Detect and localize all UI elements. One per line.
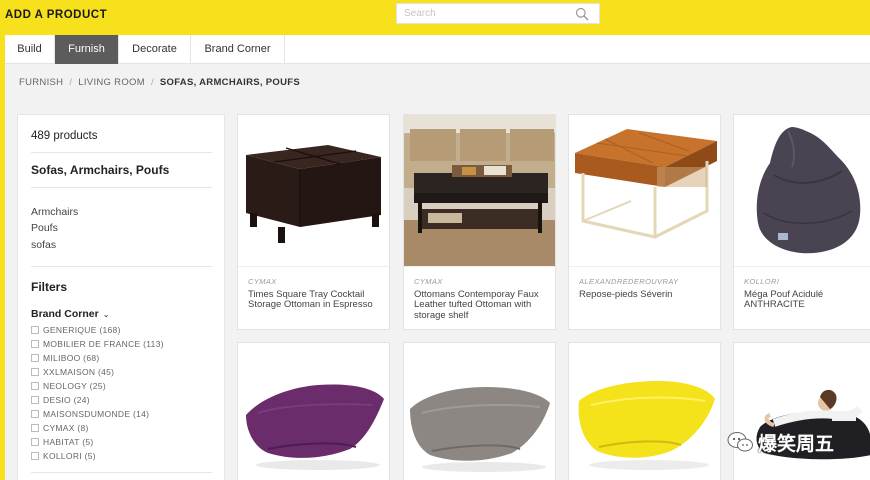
divider xyxy=(569,266,720,267)
product-brand: CYMAX xyxy=(414,277,443,286)
checkbox[interactable] xyxy=(31,395,39,404)
product-brand: CYMAX xyxy=(248,277,277,286)
product-card[interactable] xyxy=(733,342,870,480)
product-name[interactable]: Ottomans Contemporay Faux Leather tufted… xyxy=(414,289,550,321)
product-image[interactable] xyxy=(238,343,389,480)
product-image[interactable] xyxy=(404,343,555,480)
breadcrumb-separator: / xyxy=(69,77,73,88)
product-card[interactable]: CYMAX Ottomans Contemporay Faux Leather … xyxy=(403,114,556,330)
tab-build[interactable]: Build xyxy=(5,35,55,64)
category-title: Sofas, Armchairs, Poufs xyxy=(31,163,170,177)
breadcrumb-separator: / xyxy=(150,77,154,88)
tab-brand-corner[interactable]: Brand Corner xyxy=(191,35,285,64)
filters-title: Filters xyxy=(31,280,68,294)
brand-filter-option[interactable]: NEOLOGY (25) xyxy=(31,381,106,393)
breadcrumb-current: SOFAS, ARMCHAIRS, POUFS xyxy=(159,77,300,88)
checkbox[interactable] xyxy=(31,409,39,418)
product-count: 489 products xyxy=(31,130,98,142)
product-image[interactable] xyxy=(569,115,720,266)
brand-filter-option[interactable]: DESIO (24) xyxy=(31,395,90,407)
breadcrumb-living-room[interactable]: LIVING ROOM xyxy=(78,77,145,88)
main-tabs: Build Furnish Decorate Brand Corner xyxy=(5,35,870,64)
brand-filter-toggle[interactable]: Brand Corner ⌄ xyxy=(31,308,109,320)
divider xyxy=(31,472,212,473)
checkbox[interactable] xyxy=(31,339,39,348)
divider xyxy=(238,266,389,267)
divider xyxy=(31,187,212,188)
product-image[interactable] xyxy=(734,115,870,266)
product-brand: KOLLORI xyxy=(744,277,780,286)
chevron-down-icon: ⌄ xyxy=(102,310,110,319)
product-name[interactable]: Méga Pouf Acidulé ANTHRACITE xyxy=(744,289,868,311)
brand-filter-option[interactable]: GENERIQUE (168) xyxy=(31,325,121,337)
brand-filter-option[interactable]: CYMAX (8) xyxy=(31,423,89,435)
filter-sidebar: 489 products Sofas, Armchairs, Poufs Arm… xyxy=(17,114,225,480)
checkbox[interactable] xyxy=(31,437,39,446)
breadcrumb-furnish[interactable]: FURNISH xyxy=(19,77,63,88)
tab-furnish[interactable]: Furnish xyxy=(55,35,119,64)
search-input[interactable] xyxy=(397,4,575,23)
checkbox[interactable] xyxy=(31,353,39,362)
checkbox[interactable] xyxy=(31,381,39,390)
brand-filter-option[interactable]: MOBILIER DE FRANCE (113) xyxy=(31,339,164,351)
product-card[interactable] xyxy=(237,342,390,480)
divider xyxy=(734,266,870,267)
product-brand: ALEXANDREDEROUVRAY xyxy=(579,277,679,286)
product-image[interactable] xyxy=(569,343,720,480)
product-card[interactable]: ALEXANDREDEROUVRAY Repose-pieds Séverin xyxy=(568,114,721,330)
checkbox[interactable] xyxy=(31,423,39,432)
accent-stripe xyxy=(0,35,5,480)
product-image[interactable] xyxy=(734,343,870,480)
product-card[interactable]: KOLLORI Méga Pouf Acidulé ANTHRACITE xyxy=(733,114,870,330)
chat-bubble-icon xyxy=(727,432,753,452)
brand-filter-option[interactable]: MILIBOO (68) xyxy=(31,353,100,365)
product-image[interactable] xyxy=(404,115,555,266)
divider xyxy=(404,266,555,267)
watermark-text: 爆笑周五 xyxy=(758,433,835,455)
product-card[interactable]: CYMAX Times Square Tray Cocktail Storage… xyxy=(237,114,390,330)
brand-filter-option[interactable]: XXLMAISON (45) xyxy=(31,367,114,379)
search-box[interactable] xyxy=(396,3,600,24)
checkbox[interactable] xyxy=(31,367,39,376)
divider xyxy=(31,266,212,267)
breadcrumb: FURNISH / LIVING ROOM / SOFAS, ARMCHAIRS, PO… xyxy=(19,77,300,88)
product-image[interactable] xyxy=(238,115,389,266)
search-icon[interactable] xyxy=(575,7,589,21)
checkbox[interactable] xyxy=(31,451,39,460)
page-title: ADD A PRODUCT xyxy=(5,9,108,21)
brand-filter-label: Brand Corner xyxy=(31,308,99,320)
tab-decorate[interactable]: Decorate xyxy=(119,35,191,64)
brand-filter-option[interactable]: MAISONSDUMONDE (14) xyxy=(31,409,149,421)
product-card[interactable] xyxy=(568,342,721,480)
divider xyxy=(31,152,212,153)
subcategory-sofas[interactable]: sofas xyxy=(31,239,56,251)
product-card[interactable] xyxy=(403,342,556,480)
subcategory-poufs[interactable]: Poufs xyxy=(31,222,58,234)
brand-filter-option[interactable]: KOLLORI (5) xyxy=(31,451,96,463)
brand-filter-option[interactable]: HABITAT (5) xyxy=(31,437,94,449)
subcategory-armchairs[interactable]: Armchairs xyxy=(31,206,78,218)
product-name[interactable]: Times Square Tray Cocktail Storage Ottom… xyxy=(248,289,384,311)
checkbox[interactable] xyxy=(31,325,39,334)
top-bar: ADD A PRODUCT xyxy=(0,0,870,35)
product-name[interactable]: Repose-pieds Séverin xyxy=(579,289,715,300)
